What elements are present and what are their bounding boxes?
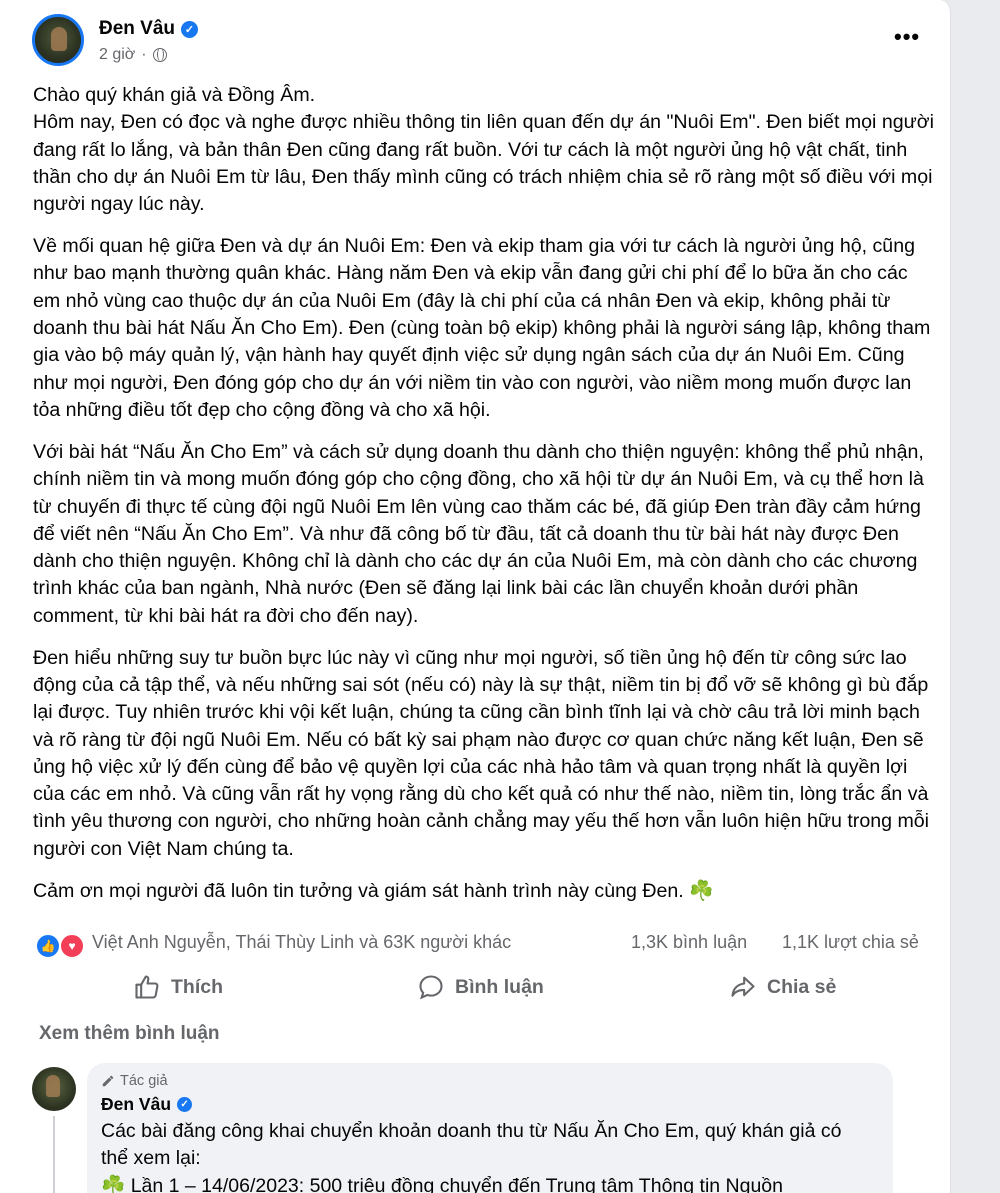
action-bar: Thích Bình luận Chia sẻ: [0, 963, 950, 1011]
post-paragraph: Về mối quan hệ giữa Đen và dự án Nuôi Em…: [33, 235, 931, 421]
author-badge: Tác giả: [101, 1073, 168, 1089]
comments-count[interactable]: 1,3K bình luận: [631, 932, 747, 953]
post-paragraph: Với bài hát “Nấu Ăn Cho Em” và cách sử d…: [33, 440, 924, 627]
post-meta: 2 giờ ·: [99, 46, 167, 64]
thread-line: [53, 1116, 55, 1193]
author-avatar[interactable]: [32, 14, 84, 66]
more-options-button[interactable]: •••: [894, 24, 920, 50]
reactions-bar: 👍 ♥ Việt Anh Nguyễn, Thái Thùy Linh và 6…: [35, 931, 940, 959]
comment-label: Bình luận: [455, 975, 544, 998]
reactions-summary[interactable]: Việt Anh Nguyễn, Thái Thùy Linh và 63K n…: [92, 932, 511, 953]
author-badge-label: Tác giả: [120, 1073, 168, 1089]
comment-text: Các bài đăng công khai chuyển khoản doan…: [101, 1120, 842, 1193]
like-button[interactable]: Thích: [133, 971, 223, 1003]
post-time[interactable]: 2 giờ: [99, 46, 135, 64]
share-button[interactable]: Chia sẻ: [729, 971, 836, 1003]
thumbs-up-icon: [135, 975, 159, 999]
globe-icon: [152, 48, 167, 62]
author-header: Đen Vâu ✓: [99, 16, 199, 42]
love-reaction-icon: ♥: [59, 933, 85, 959]
reaction-icons[interactable]: 👍 ♥: [35, 933, 85, 959]
post-paragraph: Chào quý khán giả và Đồng Âm. Hôm nay, Đ…: [33, 84, 934, 216]
author-name[interactable]: Đen Vâu: [99, 18, 175, 40]
like-reaction-icon: 👍: [35, 933, 61, 959]
post-card: Đen Vâu ✓ 2 giờ · ••• Chào quý khán giả …: [0, 0, 951, 1193]
like-label: Thích: [171, 975, 223, 998]
comment-avatar[interactable]: [32, 1067, 76, 1111]
comment-author-name[interactable]: Đen Vâu: [101, 1094, 171, 1115]
post-paragraph: Đen hiểu những suy tư buồn bực lúc này v…: [33, 646, 930, 860]
shares-count[interactable]: 1,1K lượt chia sẻ: [782, 932, 919, 953]
post-body: Chào quý khán giả và Đồng Âm. Hôm nay, Đ…: [33, 82, 938, 920]
comment-author-row: Đen Vâu ✓: [101, 1094, 193, 1115]
share-label: Chia sẻ: [767, 975, 837, 998]
verified-icon: ✓: [181, 20, 199, 38]
share-icon: [731, 976, 755, 997]
pencil-icon: [102, 1075, 114, 1087]
comment-icon: [419, 975, 443, 1000]
view-more-comments-link[interactable]: Xem thêm bình luận: [39, 1023, 220, 1045]
post-paragraph: Cảm ơn mọi người đã luôn tin tưởng và gi…: [33, 879, 714, 902]
verified-icon: ✓: [177, 1097, 193, 1112]
comment-button[interactable]: Bình luận: [417, 971, 544, 1003]
